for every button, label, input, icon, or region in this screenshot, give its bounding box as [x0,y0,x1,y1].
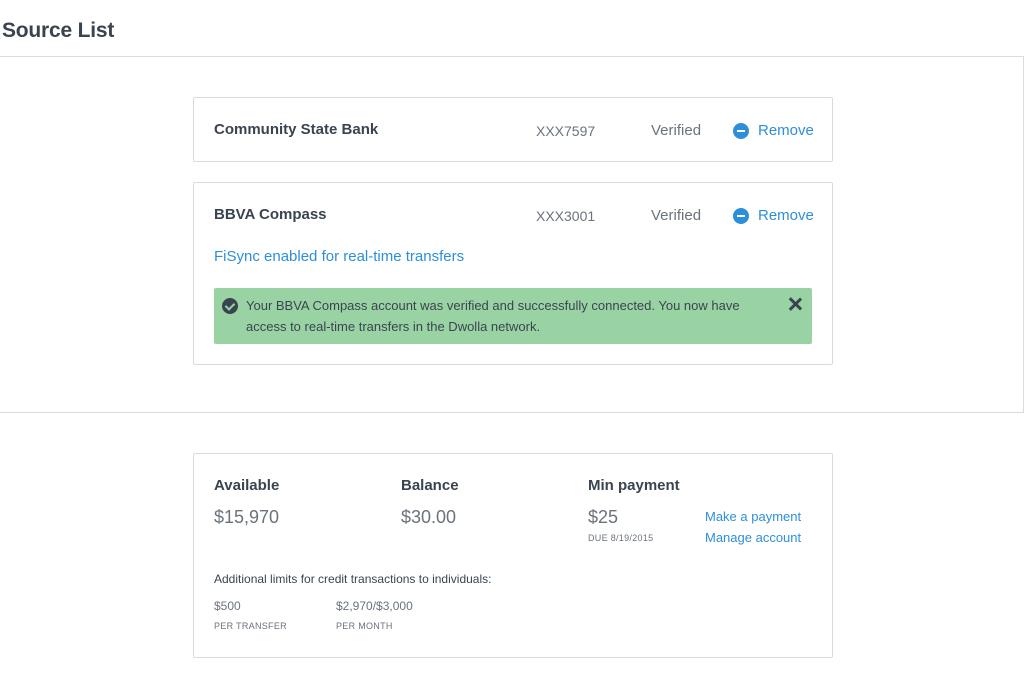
limit-per-transfer-value: $500 [214,599,241,613]
check-circle-icon [222,298,238,314]
minus-circle-icon [733,122,749,139]
balance-value: $30.00 [401,507,457,527]
credit-summary-card: Available $15,970 Balance $30.00 Min pay… [193,453,833,658]
source-card-bbva-compass: BBVA Compass XXX3001 Verified Remove FiS… [193,182,833,365]
page-title: Source List [2,19,115,42]
limit-per-month-value: $2,970/$3,000 [336,599,413,613]
limits-note: Additional limits for credit transaction… [214,572,492,586]
status-verified: Verified [651,122,702,139]
close-icon[interactable] [788,297,802,311]
available-label: Available [214,477,280,494]
page-header: Source List [0,0,1024,57]
available-value: $15,970 [214,507,280,527]
source-card-community-state-bank: Community State Bank XXX7597 Verified Re… [193,97,833,162]
minus-circle-icon [733,207,749,224]
fisync-link[interactable]: FiSync enabled for real-time transfers [214,248,464,265]
manage-account-link[interactable]: Manage account [705,530,801,545]
min-payment-value: $25 [588,507,619,527]
make-payment-link[interactable]: Make a payment [705,509,801,524]
bank-name: Community State Bank [214,121,379,138]
limit-per-month-label: PER MONTH [336,621,393,631]
min-payment-label: Min payment [588,477,680,494]
due-date: DUE 8/19/2015 [588,533,654,543]
remove-button[interactable]: Remove [733,207,814,224]
remove-label: Remove [758,122,814,139]
bank-name: BBVA Compass [214,206,327,223]
status-verified: Verified [651,207,702,224]
section-divider [0,412,1024,413]
balance-label: Balance [401,477,459,494]
account-number: XXX7597 [536,123,596,139]
remove-label: Remove [758,207,814,224]
success-alert: Your BBVA Compass account was verified a… [214,288,812,344]
remove-button[interactable]: Remove [733,122,814,139]
alert-message: Your BBVA Compass account was verified a… [246,298,740,334]
account-number: XXX3001 [536,208,596,224]
limit-per-transfer-label: PER TRANSFER [214,621,287,631]
